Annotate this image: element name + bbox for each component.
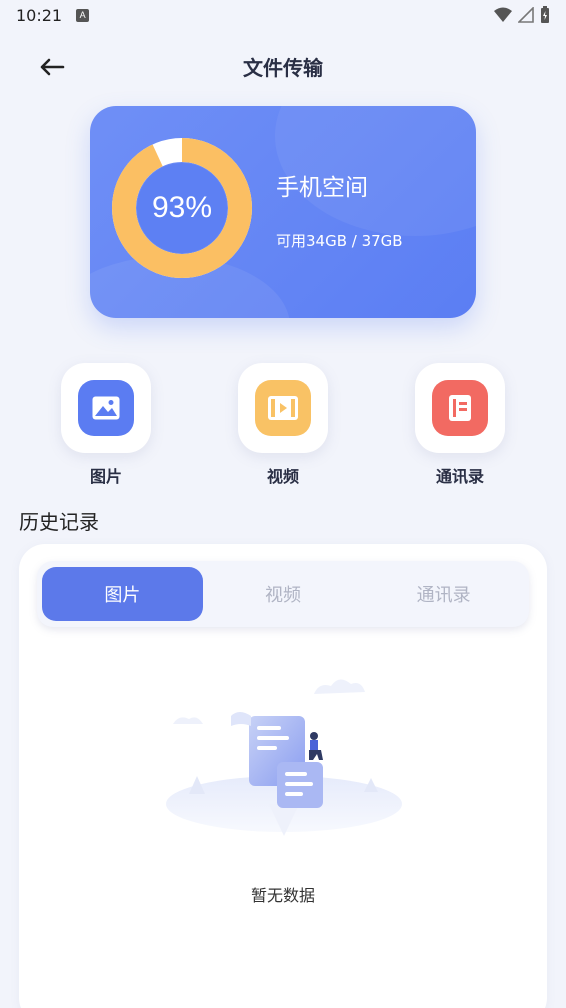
- storage-card: 93% 手机空间 可用34GB / 37GB: [90, 106, 476, 318]
- empty-state-text: 暂无数据: [250, 886, 315, 905]
- category-videos-label: 视频: [266, 467, 299, 486]
- category-images-button[interactable]: 图片: [61, 363, 151, 487]
- history-tabs: 图片 视频 通讯录: [37, 561, 529, 627]
- storage-percent: 93%: [151, 191, 213, 224]
- status-bar: 10:21 A: [0, 0, 566, 30]
- empty-state-illustration: [166, 679, 402, 836]
- category-contacts-label: 通讯录: [435, 467, 484, 486]
- category-images-box: [61, 363, 151, 453]
- status-right: [494, 6, 550, 24]
- wifi-icon: [494, 7, 512, 22]
- category-videos-button[interactable]: 视频: [238, 363, 328, 487]
- storage-available: 可用34GB / 37GB: [276, 232, 403, 250]
- contacts-icon: [432, 380, 488, 436]
- category-contacts-button[interactable]: 通讯录: [415, 363, 505, 487]
- page-title: 文件传输: [243, 56, 323, 80]
- category-images-label: 图片: [89, 467, 122, 486]
- signal-icon: [518, 7, 534, 23]
- category-videos-box: [238, 363, 328, 453]
- tab-videos[interactable]: 视频: [203, 567, 364, 621]
- video-icon: [255, 380, 311, 436]
- status-time: 10:21: [16, 5, 63, 25]
- tab-contacts[interactable]: 通讯录: [363, 567, 524, 621]
- header: 文件传输: [0, 40, 566, 94]
- image-icon: [78, 380, 134, 436]
- category-contacts-box: [415, 363, 505, 453]
- tab-images[interactable]: 图片: [42, 567, 203, 621]
- notification-a-icon: A: [76, 8, 90, 22]
- history-card: 图片 视频 通讯录 暂无数据: [19, 544, 547, 1008]
- storage-title: 手机空间: [276, 175, 368, 201]
- battery-icon: [541, 6, 549, 23]
- history-title: 历史记录: [19, 510, 99, 534]
- status-left: 10:21 A: [16, 5, 90, 25]
